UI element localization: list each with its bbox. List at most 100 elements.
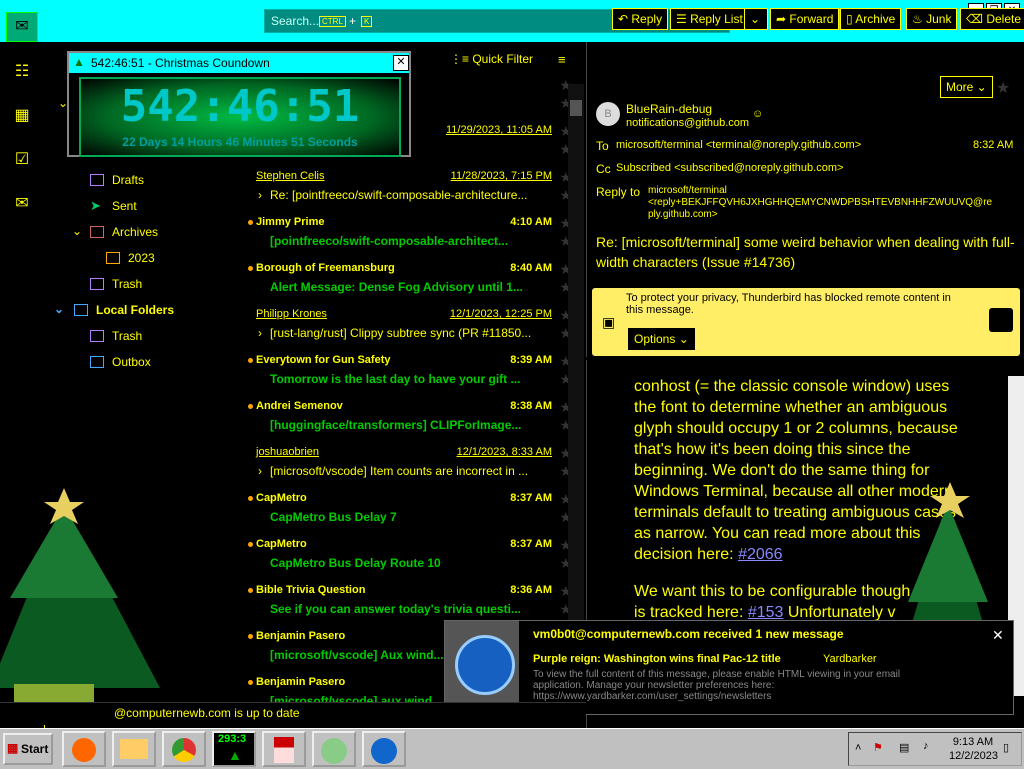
archive-button[interactable]: ▯ Archive bbox=[840, 8, 902, 30]
status-bar: @computernewb.com is up to date bbox=[0, 702, 586, 725]
privacy-message: To protect your privacy, Thunderbird has… bbox=[626, 292, 951, 316]
close-icon[interactable]: ✕ bbox=[992, 627, 1004, 644]
tree-icon: ▲ bbox=[73, 55, 85, 69]
reply-dropdown-button[interactable]: ⌄ bbox=[744, 8, 768, 30]
table-row[interactable]: Bible Trivia Question 8:36 AM See if you c… bbox=[244, 578, 580, 624]
chevron-up-icon[interactable]: ˄ bbox=[855, 742, 861, 754]
forward-button[interactable]: ➦ Forward bbox=[770, 8, 840, 30]
taskbar-chrome[interactable] bbox=[162, 731, 206, 767]
message-date: 8:40 AM bbox=[510, 262, 552, 274]
folder-icon bbox=[106, 252, 120, 264]
folder-drafts[interactable]: Drafts bbox=[90, 170, 240, 192]
countdown-time: 542:46:51 bbox=[120, 81, 360, 132]
delete-button[interactable]: ⌫ Delete bbox=[960, 8, 1024, 30]
taskbar-firefox[interactable] bbox=[62, 731, 106, 767]
table-row[interactable]: Jimmy Prime 4:10 AM [pointfreeco/swift-com… bbox=[244, 210, 580, 256]
reply-button[interactable]: ↶ Reply bbox=[612, 8, 669, 30]
folder-sent[interactable]: ➤ Sent bbox=[90, 196, 240, 218]
taskbar-app[interactable] bbox=[312, 731, 356, 767]
table-row[interactable]: Everytown for Gun Safety 8:39 AM Tomorrow … bbox=[244, 348, 580, 394]
more-button[interactable]: More ⌄ bbox=[940, 76, 993, 98]
countdown-titlebar[interactable]: ▲ 542:46:51 - Christmas Coundown ✕ bbox=[69, 53, 409, 73]
reply-list-button[interactable]: ☰ Reply List bbox=[670, 8, 749, 30]
close-icon[interactable]: ✕ bbox=[393, 55, 409, 71]
issue-link-2066[interactable]: #2066 bbox=[738, 546, 783, 563]
calendar-icon[interactable]: ▦ bbox=[8, 102, 36, 130]
account-local-folders[interactable]: ⌄ Local Folders bbox=[54, 300, 240, 322]
junk-button[interactable]: ♨ Junk bbox=[906, 8, 958, 30]
contact-icon[interactable]: ☺ bbox=[752, 108, 763, 120]
volume-icon[interactable]: ♪ bbox=[923, 740, 929, 752]
avatar: B bbox=[596, 102, 620, 126]
shortcut-k: K bbox=[361, 16, 373, 27]
folder-2023[interactable]: 2023 bbox=[106, 248, 236, 270]
table-row[interactable]: joshuaobrien 12/1/2023, 8:33 AM › [microsof… bbox=[244, 440, 580, 486]
clock-date[interactable]: 12/2/2023 bbox=[949, 750, 998, 762]
unread-dot bbox=[248, 496, 253, 501]
reply-to-line2[interactable]: <reply+BEKJFFQVH6JXHGHHQEMYCNWDPBSHTEVBN… bbox=[648, 197, 992, 208]
notification-subject: Purple reign: Washington wins final Pac-… bbox=[533, 653, 781, 665]
to-value[interactable]: microsoft/terminal <terminal@noreply.git… bbox=[616, 139, 861, 151]
notification-sender: Yardbarker bbox=[823, 653, 877, 665]
star-icon[interactable]: ★ bbox=[996, 78, 1010, 98]
tasks-icon[interactable]: ☑ bbox=[8, 146, 36, 174]
unread-dot bbox=[248, 404, 253, 409]
sender-name: Philipp Krones bbox=[256, 308, 327, 320]
options-button[interactable]: Options ⌄ bbox=[628, 328, 695, 350]
thread-chevron-icon[interactable]: › bbox=[258, 464, 262, 478]
countdown-detail: 22 Days 14 Hours 46 Minutes 51 Seconds bbox=[122, 135, 358, 149]
table-row[interactable]: Philipp Krones 12/1/2023, 12:25 PM › [rust-… bbox=[244, 302, 580, 348]
taskbar-gnome[interactable] bbox=[262, 731, 306, 767]
tree-top bbox=[908, 504, 988, 602]
network-icon[interactable]: ▤ bbox=[899, 741, 909, 754]
list-scrollbar-thumb[interactable] bbox=[570, 100, 582, 116]
from-email[interactable]: notifications@github.com bbox=[626, 117, 749, 129]
countdown-window[interactable]: ▲ 542:46:51 - Christmas Coundown ✕ 542:4… bbox=[67, 51, 411, 157]
folder-outbox[interactable]: Outbox bbox=[90, 352, 240, 374]
expand-chevron-icon[interactable]: ⌄ bbox=[54, 302, 64, 316]
taskbar-explorer[interactable] bbox=[112, 731, 156, 767]
taskbar-thunderbird[interactable] bbox=[362, 731, 406, 767]
dismiss-notice-button[interactable] bbox=[989, 308, 1013, 332]
table-row[interactable]: Andrei Semenov 8:38 AM [huggingface/transf… bbox=[244, 394, 580, 440]
mail-icon[interactable]: ✉ bbox=[6, 12, 38, 42]
thread-chevron-icon[interactable]: › bbox=[258, 326, 262, 340]
list-options-icon[interactable]: ≡ bbox=[558, 52, 566, 67]
reply-to-line1[interactable]: microsoft/terminal bbox=[648, 185, 727, 196]
sender-name: Bible Trivia Question bbox=[256, 584, 366, 596]
thread-chevron-icon[interactable]: › bbox=[258, 188, 262, 202]
christmas-tree-left bbox=[0, 488, 160, 714]
from-name[interactable]: BlueRain-debug bbox=[626, 102, 712, 116]
drafts-icon bbox=[90, 174, 104, 186]
status-text: @computernewb.com is up to date bbox=[114, 706, 300, 720]
issue-link-153[interactable]: #153 bbox=[748, 604, 784, 621]
message-date: 4:10 AM bbox=[510, 216, 552, 228]
folder-archives[interactable]: ⌄ Archives bbox=[72, 222, 242, 244]
new-mail-notification[interactable]: vm0b0t@computernewb.com received 1 new m… bbox=[444, 620, 1014, 715]
address-book-icon[interactable]: ☷ bbox=[8, 58, 36, 86]
message-subject: Re: [pointfreeco/swift-composable-archit… bbox=[270, 188, 528, 202]
folder-trash[interactable]: Trash bbox=[90, 274, 240, 296]
clock-time[interactable]: 9:13 AM bbox=[951, 736, 995, 748]
folder-local-trash[interactable]: Trash bbox=[90, 326, 240, 348]
sent-icon: ➤ bbox=[90, 198, 101, 213]
taskbar-countdown[interactable]: 293:3 ▲ bbox=[212, 731, 256, 767]
table-row[interactable]: CapMetro 8:37 AM CapMetro Bus Delay Route … bbox=[244, 532, 580, 578]
table-row[interactable]: Borough of Freemansburg 8:40 AM Alert Mess… bbox=[244, 256, 580, 302]
expand-chevron-icon[interactable]: ⌄ bbox=[72, 224, 82, 238]
sender-name: Benjamin Pasero bbox=[256, 676, 346, 688]
quick-filter-button[interactable]: ⋮≡ Quick Filter bbox=[450, 52, 533, 66]
folder-icon bbox=[120, 739, 148, 759]
cc-value[interactable]: Subscribed <subscribed@noreply.github.co… bbox=[616, 162, 843, 174]
list-scrollbar[interactable] bbox=[568, 84, 584, 704]
table-row[interactable]: Stephen Celis 11/28/2023, 7:15 PM › Re: [po… bbox=[244, 164, 580, 210]
chat-icon[interactable]: ✉ bbox=[8, 190, 36, 218]
start-button[interactable]: ▦ Start bbox=[3, 733, 53, 765]
archive-icon bbox=[90, 226, 104, 238]
notifications-icon[interactable]: ▯ bbox=[1003, 741, 1009, 754]
security-flag-icon[interactable]: ⚑ bbox=[873, 741, 883, 754]
table-row[interactable]: CapMetro 8:37 AM CapMetro Bus Delay 7 ★ ★ bbox=[244, 486, 580, 532]
reply-to-line3[interactable]: ply.github.com> bbox=[648, 209, 718, 220]
unread-dot bbox=[248, 220, 253, 225]
folder-icon bbox=[74, 304, 88, 316]
